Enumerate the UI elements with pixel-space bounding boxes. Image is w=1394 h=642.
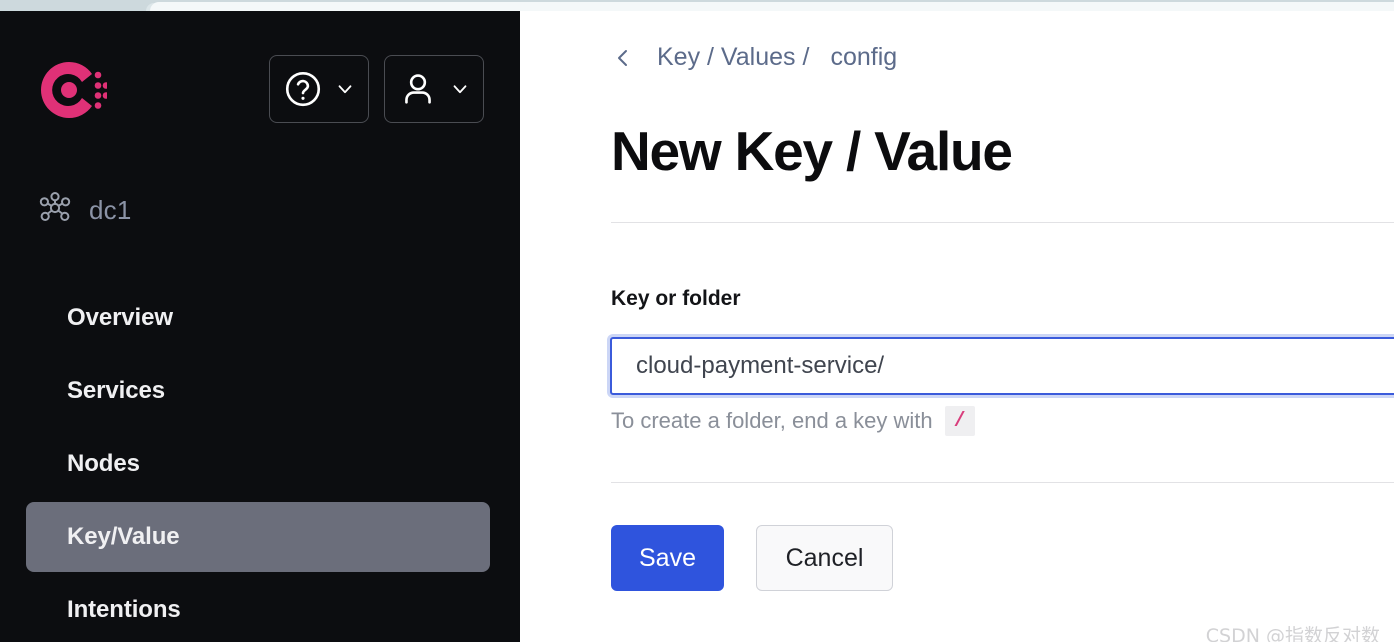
consul-logo[interactable] <box>35 54 110 126</box>
user-icon <box>397 68 439 110</box>
breadcrumb-root-link[interactable]: Key / Values <box>657 43 796 72</box>
sidebar-item-label: Intentions <box>67 596 181 623</box>
key-help-text: To create a folder, end a key with / <box>611 406 975 436</box>
watermark: CSDN @指数反对数 <box>1205 625 1380 642</box>
sidebar-item-label: Key/Value <box>67 523 180 550</box>
breadcrumb-separator: / <box>802 43 810 71</box>
key-help-prefix: To create a folder, end a key with <box>611 408 933 433</box>
datacenter-selector[interactable]: dc1 <box>38 191 132 230</box>
sidebar: dc1 Overview Services Nodes Key/Value In… <box>0 11 520 642</box>
browser-tab-strip <box>0 0 1394 11</box>
cancel-button[interactable]: Cancel <box>756 525 893 591</box>
chevron-down-icon <box>334 78 356 100</box>
form-actions: Save Cancel <box>611 525 893 591</box>
sidebar-header <box>0 11 520 171</box>
sidebar-item-overview[interactable]: Overview <box>26 283 490 353</box>
main-content: Key / Values / config New Key / Value Ke… <box>520 11 1394 642</box>
save-button[interactable]: Save <box>611 525 724 591</box>
page-title: New Key / Value <box>611 120 1013 182</box>
datacenter-label: dc1 <box>89 195 132 225</box>
sidebar-item-nodes[interactable]: Nodes <box>26 429 490 499</box>
network-nodes-icon <box>38 191 72 230</box>
sidebar-item-key-value[interactable]: Key/Value <box>26 502 490 572</box>
help-menu-button[interactable] <box>269 55 369 123</box>
key-or-folder-input[interactable] <box>610 337 1394 395</box>
chevron-left-icon[interactable] <box>611 46 635 70</box>
sidebar-item-label: Services <box>67 377 165 404</box>
breadcrumb: Key / Values / config <box>611 43 897 72</box>
sidebar-item-intentions[interactable]: Intentions <box>26 575 490 642</box>
divider-top <box>611 222 1394 223</box>
sidebar-item-label: Nodes <box>67 450 140 477</box>
browser-active-tab[interactable] <box>150 2 1394 11</box>
user-menu-button[interactable] <box>384 55 484 123</box>
slash-code-badge: / <box>944 406 975 436</box>
divider-bottom <box>611 482 1394 483</box>
breadcrumb-current: config <box>830 43 898 71</box>
question-circle-icon <box>282 68 324 110</box>
sidebar-nav: Overview Services Nodes Key/Value Intent… <box>0 283 520 642</box>
sidebar-item-services[interactable]: Services <box>26 356 490 426</box>
key-or-folder-label: Key or folder <box>611 287 741 310</box>
app-root: dc1 Overview Services Nodes Key/Value In… <box>0 0 1394 642</box>
sidebar-header-buttons <box>269 55 484 123</box>
chevron-down-icon <box>449 78 471 100</box>
sidebar-item-label: Overview <box>67 304 173 331</box>
